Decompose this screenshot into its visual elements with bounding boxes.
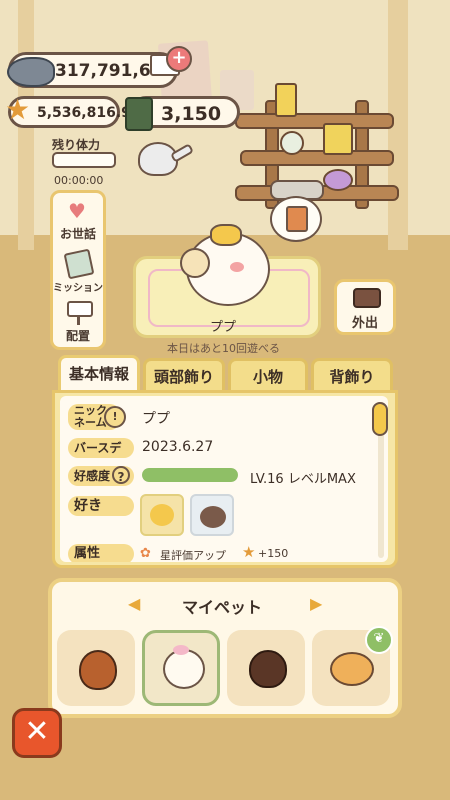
pet-slot-selected[interactable] — [142, 630, 220, 706]
close-button[interactable]: ✕ — [12, 708, 62, 758]
outing-label: 外出 — [351, 316, 378, 331]
prev-arrow-icon[interactable]: ◀ — [128, 594, 140, 613]
attribute-text: 星評価アップ — [160, 549, 226, 562]
pet-name: ププ — [210, 320, 237, 335]
liked-item-thumbnail[interactable] — [140, 494, 184, 536]
star-icon: ★ — [242, 543, 256, 561]
edit-name-icon[interactable]: ! — [104, 406, 126, 428]
cart-add-button[interactable]: + — [150, 46, 192, 80]
plays-left-text: 本日はあと10回遊べる — [167, 342, 280, 355]
birthday-label: バースデー — [68, 438, 134, 475]
star-icon: ★ — [5, 93, 31, 126]
star-count: 5,536,816.9 — [37, 105, 131, 121]
tab-head-accessory[interactable]: 頭部飾り — [143, 358, 225, 394]
birthday-value: 2023.6.27 — [142, 439, 214, 455]
tab-basic-info[interactable]: 基本情報 — [58, 355, 140, 395]
mission-label: ミッション — [53, 283, 103, 294]
stamina-timer: 00:00:00 — [54, 174, 104, 187]
attribute-label: 属性 — [68, 544, 134, 562]
ticket-currency-bar: 3,150 — [125, 96, 240, 131]
ticket-icon — [125, 97, 153, 131]
care-button[interactable]: ♥ お世話 — [53, 197, 103, 245]
scrollbar-thumb[interactable] — [372, 402, 388, 436]
stamina-bar — [52, 152, 116, 168]
help-icon[interactable]: ? — [112, 466, 130, 484]
placement-button[interactable]: 配置 — [53, 299, 103, 347]
stamina-label: 残り体力 — [52, 138, 101, 152]
attribute-bonus: +150 — [258, 547, 289, 560]
brown-cat-pet-icon — [79, 650, 117, 690]
plus-icon: + — [166, 46, 192, 72]
likes-label: 好き — [68, 496, 134, 516]
dark-cat-pet-icon — [249, 650, 287, 688]
orange-cat-pet-icon — [330, 652, 374, 686]
heart-hand-icon: ♥ — [68, 199, 86, 223]
care-label: お世話 — [59, 227, 96, 241]
info-panel-content: ニック ネーム ! ププ バースデー 2023.6.27 好感度 ? LV.16… — [60, 396, 388, 562]
pet-character[interactable] — [176, 218, 276, 306]
fish-icon — [7, 57, 55, 87]
pet-slot[interactable] — [227, 630, 305, 706]
left-menu: ♥ お世話 ミッション 配置 — [50, 190, 106, 350]
pet-slot[interactable] — [57, 630, 135, 706]
close-icon: ✕ — [24, 714, 50, 749]
ticket-count: 3,150 — [161, 103, 222, 125]
my-pets-title: マイペット — [182, 598, 263, 617]
affinity-bar-fill — [142, 468, 238, 482]
food-bag-icon — [286, 206, 308, 232]
affinity-level-text: LV.16 レベルMAX — [250, 472, 356, 487]
paw-icon: ✿ — [140, 546, 151, 561]
nickname-value: ププ — [142, 411, 170, 427]
outing-button[interactable]: 外出 — [334, 279, 396, 335]
star-currency-bar: ★ 5,536,816.9 — [5, 93, 131, 128]
bow-icon — [210, 224, 242, 246]
liked-item-thumbnail[interactable] — [190, 494, 234, 536]
mission-button[interactable]: ミッション — [53, 248, 103, 295]
tab-small-items[interactable]: 小物 — [228, 358, 308, 394]
teapot-decoration — [133, 138, 195, 176]
next-arrow-icon[interactable]: ▶ — [310, 594, 322, 613]
tab-back-accessory[interactable]: 背飾り — [311, 358, 393, 394]
cream-cat-pet-icon — [163, 649, 205, 689]
leaf-badge-icon: ❦ — [365, 626, 393, 654]
affinity-bar — [142, 468, 238, 482]
paint-roller-icon — [67, 301, 93, 317]
thought-bubble — [270, 196, 322, 242]
mission-book-icon — [63, 248, 95, 280]
placement-label: 配置 — [65, 329, 90, 343]
door-handle-icon — [353, 288, 381, 308]
